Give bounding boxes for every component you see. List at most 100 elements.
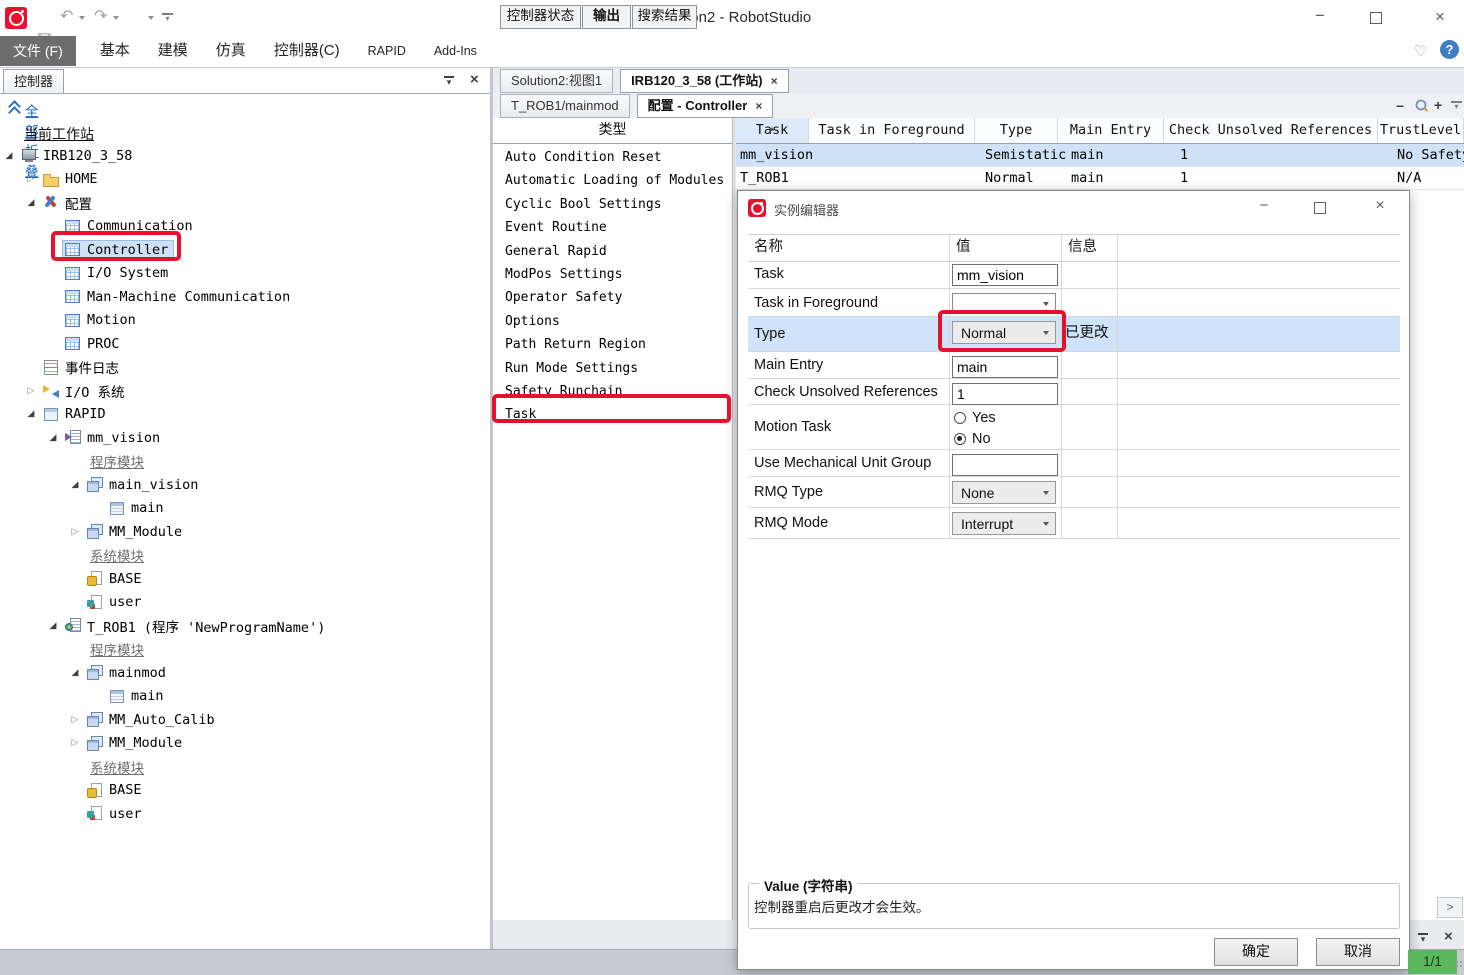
tree-item-mm-module[interactable]: ▷MM_Module	[0, 520, 490, 544]
dialog-close-button[interactable]: ×	[1370, 197, 1390, 215]
tree-group-text[interactable]: 系统模块	[90, 757, 144, 777]
tree-collapsed-arrow-icon[interactable]: ▷	[22, 174, 40, 184]
ribbon-tab-rapid[interactable]: RAPID	[354, 36, 420, 66]
rmq-mode-select[interactable]: Interrupt	[952, 512, 1056, 535]
dialog-minimize-button[interactable]: −	[1254, 197, 1274, 214]
ribbon-tab-[interactable]: 建模	[144, 36, 202, 66]
tree-item-mm-auto-calib[interactable]: ▷MM_Auto_Calib	[0, 708, 490, 732]
tree-expanded-arrow-icon[interactable]: ◢	[66, 480, 84, 490]
output-pin-icon[interactable]: ▾	[1418, 933, 1428, 943]
tree-item-main[interactable]: main	[0, 685, 490, 709]
tree-item-controller[interactable]: Controller	[0, 238, 490, 262]
tree-item-main-vision[interactable]: ◢main_vision	[0, 473, 490, 497]
tree-item-mm-vision[interactable]: ◢mm_vision	[0, 426, 490, 450]
bottom-tab-[interactable]: 控制器状态	[500, 5, 581, 29]
tree-group-label[interactable]: 系统模块	[0, 544, 490, 568]
type-list-item-task[interactable]: Task	[493, 403, 732, 426]
ribbon-tab-f[interactable]: 文件 (F)	[0, 36, 76, 66]
tab-close-icon[interactable]: ×	[771, 74, 778, 88]
table-row-t-rob1[interactable]: T_ROB1Normalmain1N/A	[736, 167, 1464, 190]
tree-node[interactable]: main	[106, 498, 170, 518]
tree-node[interactable]: HOME	[40, 169, 104, 189]
column-header-task[interactable]: Task▴	[736, 118, 809, 143]
type-list-item-auto-condition-reset[interactable]: Auto Condition Reset	[493, 146, 732, 169]
type-list-item-safety-runchain[interactable]: Safety Runchain	[493, 380, 732, 403]
tree-node[interactable]: I/O System	[62, 263, 174, 283]
type-list-item-general-rapid[interactable]: General Rapid	[493, 240, 732, 263]
tree-item-[interactable]: 事件日志	[0, 356, 490, 380]
tree-node[interactable]: BASE	[84, 569, 148, 589]
tree-item-rapid[interactable]: ◢RAPID	[0, 403, 490, 427]
tree-node[interactable]: MM_Module	[84, 733, 188, 753]
tree-expanded-arrow-icon[interactable]: ◢	[44, 621, 62, 631]
window-position-icon[interactable]: ▾	[444, 76, 454, 86]
ribbon-tab-[interactable]: 基本	[86, 36, 144, 66]
tree-expanded-arrow-icon[interactable]: ◢	[66, 668, 84, 678]
tree-group-text[interactable]: 系统模块	[90, 545, 144, 565]
tree-group-label[interactable]: 程序模块	[0, 450, 490, 474]
tree-expanded-arrow-icon[interactable]: ◢	[22, 198, 40, 208]
tab-close-icon[interactable]: ×	[755, 99, 762, 113]
tree-collapsed-arrow-icon[interactable]: ▷	[66, 738, 84, 748]
type-list-item-cyclic-bool-settings[interactable]: Cyclic Bool Settings	[493, 193, 732, 216]
doc-tab-solution2-1[interactable]: Solution2:视图1	[500, 69, 613, 93]
tree-collapsed-arrow-icon[interactable]: ▷	[22, 386, 40, 396]
tree-item-mm-module[interactable]: ▷MM_Module	[0, 732, 490, 756]
tree-item-man-machine-communication[interactable]: Man-Machine Communication	[0, 285, 490, 309]
tree-group-label[interactable]: 程序模块	[0, 638, 490, 662]
ribbon-tab-c[interactable]: 控制器(C)	[260, 36, 354, 66]
tree-item-motion[interactable]: Motion	[0, 309, 490, 333]
bottom-tab-[interactable]: 搜索结果	[632, 5, 697, 29]
tree-node[interactable]: main_vision	[84, 475, 204, 495]
zoom-out-icon[interactable]: −	[1396, 99, 1404, 113]
tree-item-user[interactable]: user	[0, 591, 490, 615]
minimize-button[interactable]: −	[1308, 6, 1332, 26]
ok-button[interactable]: 确定	[1214, 938, 1298, 966]
tree-item-communication[interactable]: Communication	[0, 215, 490, 239]
tree-node[interactable]: IRB120_3_58	[18, 146, 138, 166]
favorite-heart-icon[interactable]: ♡	[1414, 42, 1427, 60]
type-list-item-event-routine[interactable]: Event Routine	[493, 216, 732, 239]
dialog-maximize-button[interactable]	[1314, 202, 1326, 214]
type-list-item-options[interactable]: Options	[493, 310, 732, 333]
check-unsolved-references-input[interactable]	[952, 383, 1058, 405]
maximize-button[interactable]	[1370, 12, 1382, 24]
tree-group-text[interactable]: 程序模块	[90, 451, 144, 471]
tree-node[interactable]: Motion	[62, 310, 142, 330]
tree-node[interactable]: BASE	[84, 780, 148, 800]
radio-icon[interactable]	[954, 433, 966, 445]
tree-item-i-o[interactable]: ▷I/O 系统	[0, 379, 490, 403]
zoom-in-icon[interactable]: +	[1434, 98, 1442, 112]
bottom-tab-[interactable]: 输出	[582, 5, 631, 29]
use-mechanical-unit-group-input[interactable]	[952, 454, 1058, 476]
type-list-item-run-mode-settings[interactable]: Run Mode Settings	[493, 357, 732, 380]
tree-item-irb120-3-58[interactable]: ◢IRB120_3_58	[0, 144, 490, 168]
tree-node[interactable]: T_ROB1 (程序 'NewProgramName')	[62, 614, 331, 638]
tree-node[interactable]: mm_vision	[62, 428, 166, 448]
tree-node[interactable]: mainmod	[84, 663, 172, 683]
tree-item-home[interactable]: ▷HOME	[0, 168, 490, 192]
tree-node[interactable]: 事件日志	[40, 355, 125, 379]
tree-item-base[interactable]: BASE	[0, 567, 490, 591]
motion-task-radio-no[interactable]: No	[952, 428, 1061, 449]
task-in-foreground-select[interactable]	[952, 293, 1056, 314]
type-list-item-modpos-settings[interactable]: ModPos Settings	[493, 263, 732, 286]
tree-item-mainmod[interactable]: ◢mainmod	[0, 661, 490, 685]
editor-tab-t-rob1-mainmod[interactable]: T_ROB1/mainmod	[500, 94, 630, 118]
resize-grip[interactable]	[1455, 960, 1464, 969]
tree-node[interactable]: MM_Module	[84, 522, 188, 542]
radio-icon[interactable]	[954, 412, 966, 424]
tree-node[interactable]: user	[84, 592, 148, 612]
tree-item-t-rob1-newprogramname[interactable]: ◢T_ROB1 (程序 'NewProgramName')	[0, 614, 490, 638]
collapse-tabs-icon[interactable]: ▾	[1451, 101, 1462, 110]
output-close-icon[interactable]: ×	[1444, 929, 1453, 944]
tree-node[interactable]: Communication	[62, 216, 199, 236]
tree-expanded-arrow-icon[interactable]: ◢	[44, 433, 62, 443]
ribbon-tab-add-ins[interactable]: Add-Ins	[420, 36, 491, 66]
tree-group-text[interactable]: 程序模块	[90, 639, 144, 659]
column-header-task-in-foreground[interactable]: Task in Foreground	[809, 118, 975, 143]
tree-item-base[interactable]: BASE	[0, 779, 490, 803]
column-header-type[interactable]: Type	[975, 118, 1058, 143]
help-icon[interactable]: ?	[1440, 40, 1459, 59]
tree-group-label[interactable]: 系统模块	[0, 755, 490, 779]
